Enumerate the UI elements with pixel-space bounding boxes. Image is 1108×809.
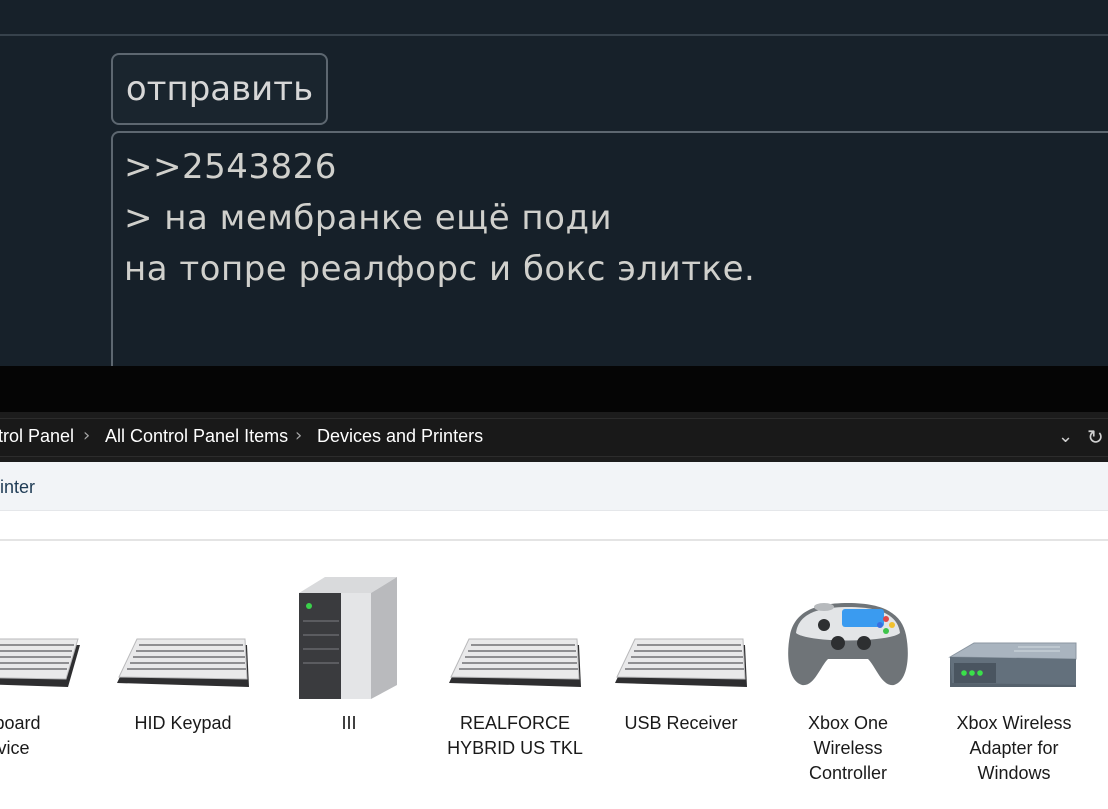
add-printer-button[interactable]: inter (0, 477, 35, 498)
device-label: REALFORCE HYBRID US TKL (447, 713, 583, 758)
reply-line-1: >>2543826 (124, 147, 337, 187)
reply-line-3: на топре реалфорс и бокс элитке. (124, 249, 756, 289)
device-tile[interactable]: USB Receiver (601, 563, 761, 803)
divider (0, 34, 1108, 36)
screen-gap (0, 366, 1108, 412)
group-divider (0, 539, 1108, 541)
device-label: Xbox Wireless Adapter for Windows (956, 713, 1072, 783)
forum-reply-panel: отправить >>2543826 > на мембранке ещё п… (0, 0, 1108, 366)
breadcrumb-control-panel[interactable]: trol Panel (0, 426, 74, 447)
reply-line-2: > на мембранке ещё поди (124, 198, 613, 238)
device-tile[interactable]: III (269, 563, 429, 803)
wireless-adapter-icon (948, 642, 1077, 687)
send-button[interactable]: отправить (111, 53, 328, 125)
breadcrumb-all-items[interactable]: All Control Panel Items (105, 426, 288, 447)
refresh-icon[interactable]: ↻ (1087, 425, 1104, 449)
chevron-right-icon[interactable]: › (83, 425, 90, 446)
breadcrumb[interactable]: trol Panel › All Control Panel Items › D… (0, 418, 1108, 457)
keyboard-icon (0, 638, 80, 687)
gamepad-icon (788, 603, 908, 686)
computer-tower-icon (299, 577, 397, 699)
device-label: Keyboard Device (0, 713, 41, 758)
chevron-right-icon[interactable]: › (295, 425, 302, 446)
chevron-down-icon[interactable]: ⌄ (1058, 426, 1073, 447)
breadcrumb-devices-printers[interactable]: Devices and Printers (317, 426, 483, 447)
device-label: USB Receiver (624, 713, 738, 733)
command-bar: inter (0, 462, 1108, 511)
device-tile[interactable]: Keyboard Device (0, 563, 82, 803)
address-bar: trol Panel › All Control Panel Items › D… (0, 412, 1108, 462)
device-tile[interactable]: Xbox One Wireless Controller (768, 563, 928, 803)
device-label: HID Keypad (134, 713, 232, 733)
keyboard-icon (449, 638, 581, 687)
devices-pane: Keyboard Device HID Keypad (0, 511, 1108, 809)
device-tile[interactable]: Xbox Wireless Adapter for Windows (934, 563, 1094, 803)
device-tile[interactable]: HID Keypad (103, 563, 263, 803)
keyboard-icon (615, 638, 747, 687)
device-tile[interactable]: REALFORCE HYBRID US TKL (435, 563, 595, 803)
device-label: III (341, 713, 357, 733)
keyboard-icon (117, 638, 249, 687)
device-label: Xbox One Wireless Controller (807, 713, 889, 783)
